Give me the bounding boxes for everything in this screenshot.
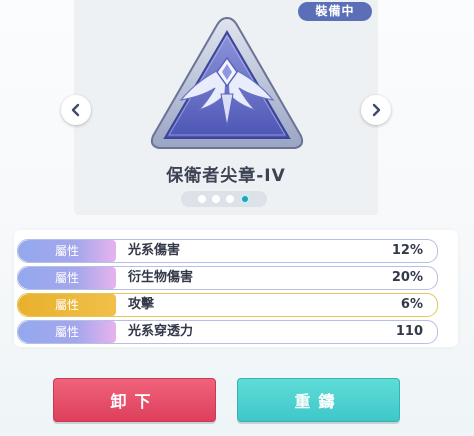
chevron-left-icon (71, 103, 80, 117)
pagination-dot[interactable] (198, 195, 206, 203)
previous-button[interactable] (61, 95, 91, 125)
stat-name: 衍生物傷害 (128, 270, 194, 285)
stats-list: 屬性 光系傷害 12% 屬性 衍生物傷害 20% 屬性 攻擊 6% 屬性 光系穿… (14, 230, 458, 347)
next-button[interactable] (361, 95, 391, 125)
pagination-dot-active[interactable] (240, 194, 250, 204)
stat-row: 屬性 衍生物傷害 20% (17, 266, 438, 290)
stat-value: 110 (395, 324, 423, 339)
equipped-badge: 裝備中 (298, 2, 372, 21)
item-name: 保衛者尖章-IV (166, 166, 286, 186)
stat-name: 光系穿透力 (128, 324, 194, 339)
recast-button[interactable]: 重鑄 (237, 378, 400, 422)
pagination-dot[interactable] (226, 195, 234, 203)
stat-name: 攻擊 (128, 297, 155, 312)
stat-row: 屬性 光系穿透力 110 (17, 320, 438, 344)
pagination-dot[interactable] (212, 195, 220, 203)
stat-value: 6% (400, 297, 423, 312)
stat-value: 20% (391, 270, 423, 285)
stat-value: 12% (391, 243, 423, 258)
stat-tag: 屬性 (18, 267, 116, 289)
stat-name: 光系傷害 (128, 243, 181, 258)
stat-row-highlighted: 屬性 攻擊 6% (17, 293, 438, 317)
stat-tag: 屬性 (18, 294, 116, 316)
carousel-pagination (181, 191, 267, 207)
chevron-right-icon (372, 103, 381, 117)
emblem-icon (150, 16, 304, 149)
unequip-button[interactable]: 卸下 (53, 378, 216, 422)
stat-row: 屬性 光系傷害 12% (17, 239, 438, 263)
stat-tag: 屬性 (18, 240, 116, 262)
stat-tag: 屬性 (18, 321, 116, 343)
